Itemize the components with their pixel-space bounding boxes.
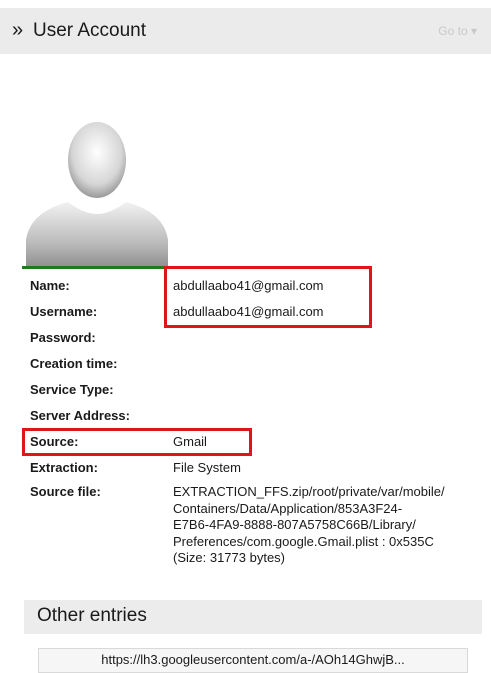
extraction-label: Extraction:	[30, 460, 98, 475]
section-header: » User Account Go to ▾	[0, 8, 491, 54]
name-label: Name:	[30, 278, 70, 293]
server-address-label: Server Address:	[30, 408, 130, 423]
service-type-label: Service Type:	[30, 382, 114, 397]
avatar-placeholder-icon	[24, 62, 170, 268]
password-label: Password:	[30, 330, 96, 345]
other-entries-header: Other entries	[24, 600, 482, 634]
source-file-line: EXTRACTION_FFS.zip/root/private/var/mobi…	[173, 484, 445, 499]
username-label: Username:	[30, 304, 98, 319]
other-entries-title: Other entries	[37, 605, 147, 626]
highlight-box-name-username	[164, 266, 372, 328]
source-file-line: Containers/Data/Application/853A3F24-	[173, 500, 403, 516]
source-file-line: Preferences/com.google.Gmail.plist : 0x5…	[173, 533, 434, 549]
creation-time-label: Creation time:	[30, 356, 118, 371]
section-title: User Account	[33, 20, 146, 41]
source-file-value: EXTRACTION_FFS.zip/root/private/var/mobi…	[173, 484, 473, 567]
extraction-value: File System	[173, 460, 241, 475]
source-file-line: (Size: 31773 bytes)	[173, 550, 286, 566]
source-file-line: E7B6-4FA9-8888-807A5758C66B/Library/	[173, 517, 416, 533]
source-file-label: Source file:	[30, 484, 101, 499]
other-entry-url[interactable]: https://lh3.googleusercontent.com/a-/AOh…	[38, 648, 468, 673]
collapse-chevron-icon[interactable]: »	[12, 16, 23, 44]
avatar-underline	[22, 266, 168, 269]
highlight-box-source	[22, 428, 252, 456]
goto-dropdown[interactable]: Go to ▾	[438, 24, 477, 38]
